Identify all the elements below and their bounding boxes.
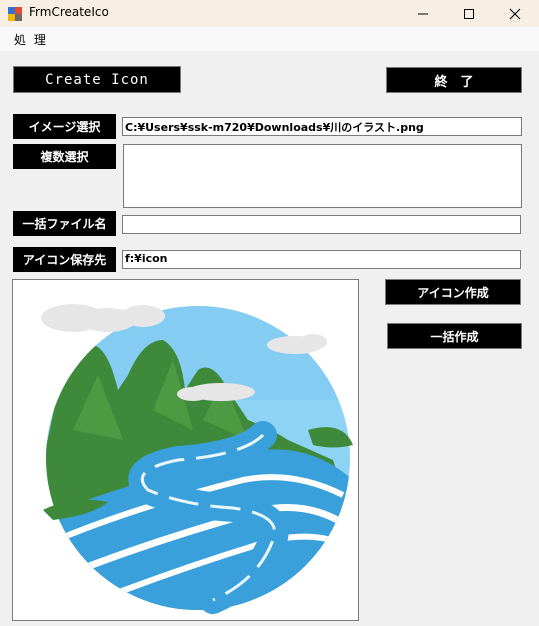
icon-save-button[interactable]: アイコン保存先 [13, 247, 116, 272]
maximize-button[interactable] [446, 0, 492, 27]
image-path-field[interactable]: C:¥Users¥ssk-m720¥Downloads¥川のイラスト.png [122, 117, 522, 136]
minimize-icon [418, 13, 428, 14]
menu-bar: 処 理 [0, 27, 539, 51]
multi-select-button[interactable]: 複数選択 [13, 144, 116, 169]
minimize-button[interactable] [400, 0, 446, 27]
app-icon [8, 7, 22, 21]
multi-select-list[interactable] [123, 144, 522, 208]
image-preview [12, 279, 359, 621]
window-title: FrmCreateIco [29, 5, 109, 19]
image-select-button[interactable]: イメージ選択 [13, 114, 116, 139]
close-icon [509, 8, 521, 19]
create-icon-button[interactable]: Create Icon [13, 66, 181, 93]
batch-filename-label: 一括ファイル名 [13, 211, 116, 236]
river-illustration [41, 304, 353, 614]
menu-item-process[interactable]: 処 理 [14, 31, 48, 48]
make-icon-button[interactable]: アイコン作成 [385, 279, 521, 305]
close-button[interactable] [492, 0, 538, 27]
batch-make-button[interactable]: 一括作成 [387, 323, 522, 349]
exit-button[interactable]: 終 了 [386, 67, 522, 93]
maximize-icon [464, 8, 474, 19]
icon-save-path-field[interactable]: f:¥icon [122, 250, 521, 269]
batch-filename-field[interactable] [122, 215, 521, 234]
title-bar: FrmCreateIco [0, 0, 539, 27]
